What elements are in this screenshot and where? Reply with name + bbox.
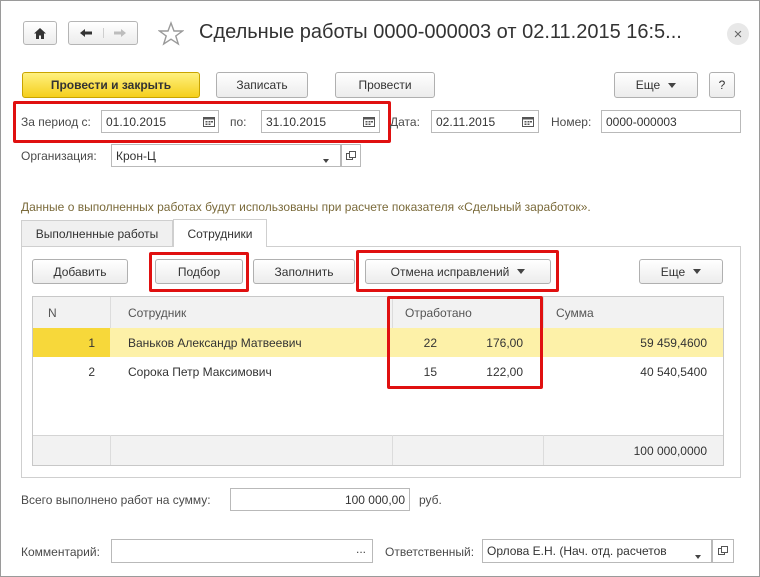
org-label: Организация: (21, 149, 97, 163)
chevron-down-icon (693, 269, 702, 274)
row-sum: 40 540,5400 (640, 365, 707, 379)
add-button[interactable]: Добавить (32, 259, 128, 284)
org-field[interactable]: Крон-Ц (111, 144, 341, 167)
favorite-star-icon[interactable] (157, 21, 185, 49)
calendar-icon[interactable] (360, 112, 378, 130)
currency-label: руб. (419, 493, 442, 507)
save-button[interactable]: Записать (216, 72, 308, 98)
cancel-corrections-button[interactable]: Отмена исправлений (365, 259, 551, 284)
employees-table: N Сотрудник Отработано Сумма 1 Ваньков А… (32, 296, 724, 466)
calendar-icon[interactable] (519, 112, 537, 130)
post-and-close-button[interactable]: Провести и закрыть (22, 72, 200, 98)
row-days: 22 (423, 336, 437, 350)
calendar-icon[interactable] (200, 112, 218, 130)
total-label: Всего выполнено работ на сумму: (21, 493, 211, 507)
row-employee: Сорока Петр Максимович (128, 365, 272, 379)
chevron-down-icon (517, 269, 526, 274)
column-header-worked[interactable]: Отработано (405, 306, 472, 320)
period-to-label: по: (230, 115, 247, 129)
date-label: Дата: (390, 115, 420, 129)
document-window: Сдельные работы 0000-000003 от 02.11.201… (0, 0, 760, 577)
dropdown-icon[interactable] (323, 152, 329, 166)
back-arrow-icon[interactable] (69, 28, 104, 38)
window-title: Сдельные работы 0000-000003 от 02.11.201… (199, 21, 682, 43)
forward-arrow-icon[interactable] (104, 28, 138, 38)
chevron-down-icon (668, 82, 677, 88)
open-org-button[interactable] (341, 144, 361, 167)
tab-completed-works[interactable]: Выполненные работы (21, 220, 173, 246)
open-icon (346, 150, 356, 160)
responsible-field[interactable]: Орлова Е.Н. (Нач. отд. расчетов (482, 539, 712, 563)
row-employee: Ваньков Александр Матвеевич (128, 336, 302, 350)
more-button[interactable]: Еще (614, 72, 698, 98)
row-number: 1 (88, 336, 95, 350)
home-icon (34, 27, 46, 39)
period-from-label: За период с: (21, 115, 91, 129)
tab-employees[interactable]: Сотрудники (173, 219, 267, 247)
row-days: 15 (423, 365, 437, 379)
close-icon: × (733, 25, 743, 43)
dropdown-icon[interactable] (695, 548, 701, 562)
selected-cell (33, 328, 110, 357)
comment-field[interactable] (111, 539, 373, 563)
help-button[interactable]: ? (709, 72, 735, 98)
column-header-employee[interactable]: Сотрудник (128, 306, 186, 320)
info-text: Данные о выполненных работах будут испол… (21, 200, 591, 214)
comment-label: Комментарий: (21, 545, 100, 559)
number-label: Номер: (551, 115, 592, 129)
close-button[interactable]: × (727, 23, 749, 45)
post-button[interactable]: Провести (335, 72, 435, 98)
responsible-label: Ответственный: (385, 545, 475, 559)
row-sum: 59 459,4600 (640, 336, 707, 350)
nav-buttons (68, 21, 138, 45)
select-button[interactable]: Подбор (155, 259, 243, 284)
table-footer (33, 435, 723, 465)
footer-sum: 100 000,0000 (633, 444, 707, 458)
fill-button[interactable]: Заполнить (253, 259, 355, 284)
open-icon (718, 546, 728, 555)
number-field[interactable]: 0000-000003 (601, 110, 741, 133)
row-number: 2 (88, 365, 95, 379)
comment-select-button[interactable]: ... (351, 542, 371, 560)
grid-more-button[interactable]: Еще (639, 259, 723, 284)
row-hours: 122,00 (486, 365, 523, 379)
row-hours: 176,00 (486, 336, 523, 350)
column-header-sum[interactable]: Сумма (556, 306, 594, 320)
open-responsible-button[interactable] (712, 539, 734, 563)
home-button[interactable] (23, 21, 57, 45)
column-header-n[interactable]: N (48, 306, 57, 320)
total-field: 100 000,00 (230, 488, 410, 511)
